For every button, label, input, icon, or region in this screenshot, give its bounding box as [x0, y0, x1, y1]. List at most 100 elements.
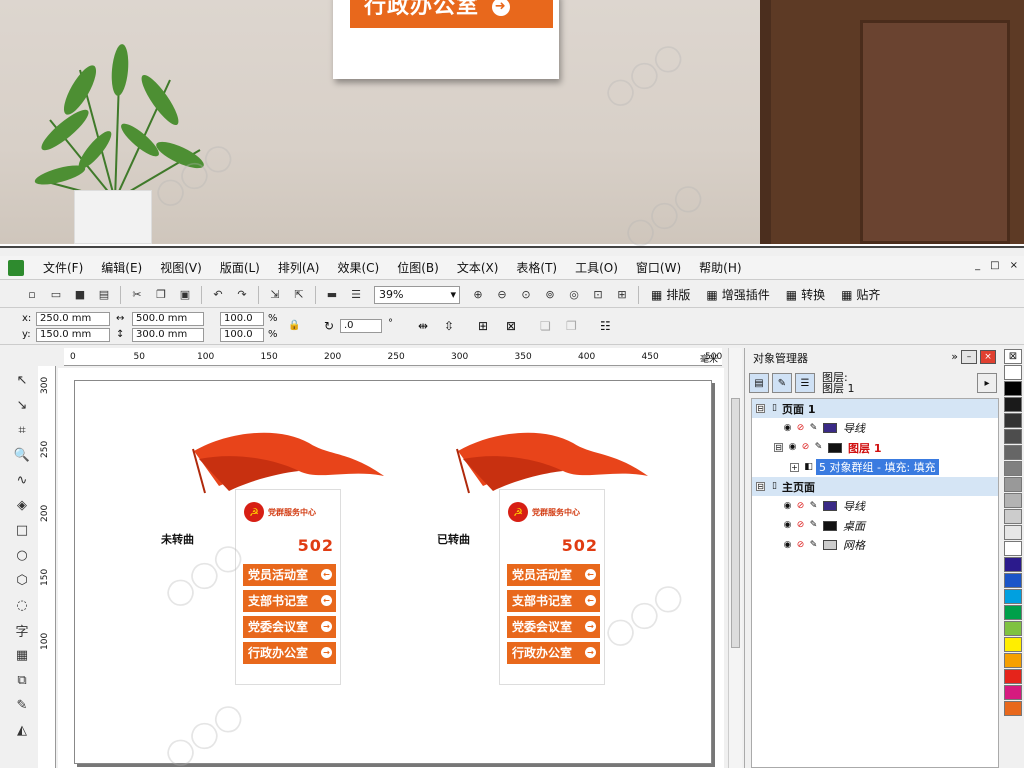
- eye-icon[interactable]: ◉: [782, 423, 793, 434]
- layer-node[interactable]: ◉ ⊘ ✎ 桌面: [752, 516, 998, 535]
- menu-help[interactable]: 帮助(H): [699, 259, 741, 276]
- no-print-icon[interactable]: ⊘: [795, 423, 806, 434]
- docker-menu-icon[interactable]: ▸: [977, 373, 997, 393]
- room-plate[interactable]: 行政办公室 →: [243, 642, 336, 664]
- page-node[interactable]: ⊟ ▯ 主页面: [752, 477, 998, 496]
- docker-collapse-icon[interactable]: »: [951, 350, 958, 364]
- undo-icon[interactable]: ↶: [210, 287, 226, 303]
- palette-swatch[interactable]: [1004, 365, 1022, 380]
- docker-minimize-button[interactable]: –: [961, 350, 977, 364]
- group-icon[interactable]: ⊞: [478, 319, 488, 333]
- rectangle-tool-icon[interactable]: □: [11, 519, 33, 541]
- polygon-tool-icon[interactable]: ⬡: [11, 569, 33, 591]
- eye-icon[interactable]: ◉: [782, 540, 793, 551]
- palette-swatch[interactable]: [1004, 413, 1022, 428]
- menu-window[interactable]: 窗口(W): [636, 259, 681, 276]
- pencil-icon[interactable]: ✎: [808, 520, 819, 531]
- palette-swatch[interactable]: [1004, 397, 1022, 412]
- palette-swatch[interactable]: [1004, 445, 1022, 460]
- no-print-icon[interactable]: ⊘: [795, 540, 806, 551]
- minimize-button[interactable]: _: [975, 260, 980, 271]
- eye-icon[interactable]: ◉: [782, 501, 793, 512]
- copy-icon[interactable]: ❐: [153, 287, 169, 303]
- menu-file[interactable]: 文件(F): [43, 259, 83, 276]
- zoom-tool-icon[interactable]: 🔍: [11, 444, 33, 466]
- vertical-ruler[interactable]: 300 250 200 150 100: [38, 366, 56, 768]
- ellipse-tool-icon[interactable]: ○: [11, 544, 33, 566]
- scale-x-field[interactable]: 100.0: [220, 312, 264, 326]
- scale-y-field[interactable]: 100.0: [220, 328, 264, 342]
- room-plate[interactable]: 行政办公室 →: [507, 642, 600, 664]
- layer-color-swatch[interactable]: [828, 442, 842, 453]
- menu-edit[interactable]: 编辑(E): [101, 259, 142, 276]
- palette-swatch[interactable]: [1004, 557, 1022, 572]
- text-tool-icon[interactable]: 字: [11, 619, 33, 641]
- shape-tool-icon[interactable]: ↘: [11, 394, 33, 416]
- layer-node[interactable]: ◉ ⊘ ✎ 导线: [752, 497, 998, 516]
- new-file-icon[interactable]: ▫: [24, 287, 40, 303]
- ungroup-icon[interactable]: ⊠: [506, 319, 516, 333]
- edit-across-layers-icon[interactable]: ✎: [772, 373, 792, 393]
- snap-button[interactable]: ▦ 贴齐: [841, 286, 880, 303]
- palette-swatch[interactable]: [1004, 509, 1022, 524]
- zoom-select[interactable]: 39%: [374, 285, 460, 304]
- layer-color-swatch[interactable]: [823, 520, 837, 531]
- layer-color-swatch[interactable]: [823, 501, 837, 511]
- layer-manager-icon[interactable]: ☰: [795, 373, 815, 393]
- pencil-icon[interactable]: ✎: [808, 540, 819, 551]
- mirror-h-icon[interactable]: ⇹: [418, 319, 428, 333]
- connector-tool-icon[interactable]: ⧉: [11, 669, 33, 691]
- open-folder-icon[interactable]: ▭: [48, 287, 64, 303]
- freehand-tool-icon[interactable]: ∿: [11, 469, 33, 491]
- no-print-icon[interactable]: ⊘: [795, 520, 806, 531]
- docker-close-button[interactable]: ×: [980, 350, 996, 364]
- palette-swatch[interactable]: [1004, 461, 1022, 476]
- expand-toggle-icon[interactable]: ⊟: [774, 443, 783, 452]
- eyedropper-tool-icon[interactable]: ✎: [11, 694, 33, 716]
- redo-icon[interactable]: ↷: [234, 287, 250, 303]
- room-plate[interactable]: 支部书记室 ←: [243, 590, 336, 612]
- combine-icon[interactable]: ❏: [540, 319, 551, 333]
- menu-bitmaps[interactable]: 位图(B): [397, 259, 439, 276]
- width-field[interactable]: 500.0 mm: [132, 312, 204, 326]
- restore-button[interactable]: □: [990, 260, 999, 271]
- lock-ratio-icon[interactable]: 🔒: [288, 320, 300, 331]
- zoom-in-icon[interactable]: ⊕: [470, 287, 486, 303]
- layer-node[interactable]: ◉ ⊘ ✎ 导线: [752, 419, 998, 438]
- pencil-icon[interactable]: ✎: [808, 423, 819, 434]
- menu-text[interactable]: 文本(X): [457, 259, 499, 276]
- mirror-v-icon[interactable]: ⇳: [444, 319, 454, 333]
- rotation-field[interactable]: .0: [340, 319, 382, 333]
- break-apart-icon[interactable]: ❐: [566, 319, 577, 333]
- import-icon[interactable]: ⇲: [267, 287, 283, 303]
- pencil-icon[interactable]: ✎: [813, 442, 824, 453]
- align-icon[interactable]: ☷: [600, 319, 611, 333]
- fill-tool-icon[interactable]: ◭: [11, 719, 33, 741]
- menu-arrange[interactable]: 排列(A): [278, 259, 320, 276]
- zoom-width-icon[interactable]: ⊡: [590, 287, 606, 303]
- room-plate[interactable]: 支部书记室 ←: [507, 590, 600, 612]
- room-plate[interactable]: 党委会议室 →: [243, 616, 336, 638]
- palette-swatch[interactable]: [1004, 541, 1022, 556]
- palette-swatch[interactable]: [1004, 669, 1022, 684]
- y-position-field[interactable]: 150.0 mm: [36, 328, 110, 342]
- sign-board-right[interactable]: ☭ 党群服务中心 502 党员活动室 ← 支部书记室 ← 党委会议室 → 行政办公室 →: [499, 489, 605, 685]
- no-fill-swatch[interactable]: ⊠: [1004, 349, 1022, 364]
- palette-swatch[interactable]: [1004, 685, 1022, 700]
- options-icon[interactable]: ☰: [348, 287, 364, 303]
- layer-node[interactable]: ◉ ⊘ ✎ 网格: [752, 536, 998, 555]
- drawing-canvas[interactable]: 未转曲 已转曲 ☭ 党群服务中心 502 党员活动室 ← 支部书记室 ← 党委会…: [58, 368, 724, 768]
- expand-toggle-icon[interactable]: +: [790, 462, 799, 472]
- zoom-all-icon[interactable]: ⊚: [542, 287, 558, 303]
- crop-tool-icon[interactable]: ⌗: [11, 419, 33, 441]
- basic-shapes-icon[interactable]: ◌: [11, 594, 33, 616]
- zoom-height-icon[interactable]: ⊞: [614, 287, 630, 303]
- plugin-button[interactable]: ▦ 增强插件: [706, 286, 769, 303]
- horizontal-ruler[interactable]: 0 50 100 150 200 250 300 350 400 450 500 毫米: [64, 348, 722, 366]
- menu-layout[interactable]: 版面(L): [220, 259, 260, 276]
- pick-tool-icon[interactable]: ↖: [11, 369, 33, 391]
- print-icon[interactable]: ▤: [96, 287, 112, 303]
- layout-button[interactable]: ▦ 排版: [651, 286, 690, 303]
- room-plate[interactable]: 党员活动室 ←: [507, 564, 600, 586]
- table-tool-icon[interactable]: ▦: [11, 644, 33, 666]
